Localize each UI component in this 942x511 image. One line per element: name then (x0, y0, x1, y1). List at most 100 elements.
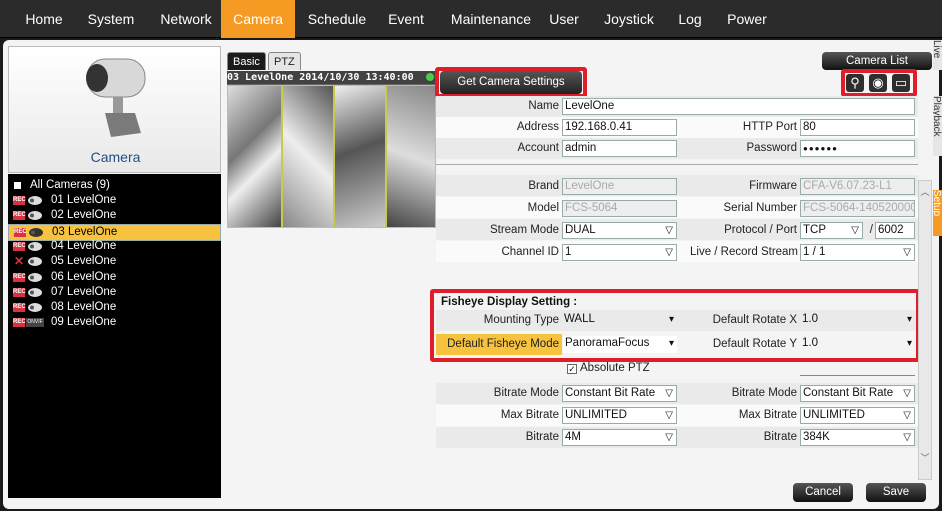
stream-mode-select[interactable]: DUAL ▽ (562, 222, 677, 239)
camera-icon (26, 210, 44, 221)
camera-tree-item[interactable]: REC 07 LevelOne (8, 285, 221, 300)
cancel-button[interactable]: Cancel (793, 483, 853, 502)
camera-tree-label: 09 LevelOne (51, 316, 117, 329)
top-navigation: Home System Network Camera Schedule Even… (0, 0, 942, 38)
absolute-ptz-checkbox[interactable]: ✓ (567, 364, 577, 374)
brand-label: Brand (528, 180, 559, 192)
camera-icon (26, 195, 44, 206)
http-port-label: HTTP Port (742, 121, 797, 133)
nav-power[interactable]: Power (718, 0, 776, 38)
security-camera-icon (86, 58, 146, 137)
camera-tree-label: 06 LevelOne (51, 270, 117, 283)
rec-badge-icon: REC (13, 196, 26, 205)
nav-user[interactable]: User (541, 0, 587, 38)
recording-indicator-icon (426, 73, 434, 81)
tree-root-all-cameras[interactable]: All Cameras (9) (8, 178, 221, 193)
bitrate-label-2: Bitrate (763, 431, 797, 443)
nav-camera[interactable]: Camera (221, 0, 295, 38)
form-scrollbar[interactable]: ︿ ﹀ (918, 180, 932, 480)
stream-mode-label: Stream Mode (489, 224, 559, 236)
rec-badge-icon: REC (13, 318, 26, 328)
camera-icon (26, 302, 44, 313)
bitrate-label: Bitrate (525, 431, 559, 443)
nav-schedule[interactable]: Schedule (302, 0, 372, 38)
chevron-down-icon: ▽ (903, 388, 911, 399)
camera-tree-label: 01 LevelOne (51, 194, 117, 206)
name-field[interactable]: LevelOne (562, 98, 915, 115)
nav-event[interactable]: Event (378, 0, 434, 38)
chevron-down-icon: ▽ (851, 225, 859, 236)
chevron-down-icon: ▽ (665, 388, 673, 399)
address-field[interactable]: 192.168.0.41 (562, 119, 677, 136)
bitrate-mode-label: Bitrate Mode (493, 387, 559, 399)
chevron-down-icon: ▽ (665, 225, 673, 236)
tab-basic[interactable]: Basic (227, 52, 266, 70)
name-label: Name (528, 100, 559, 112)
max-bitrate-label-2: Max Bitrate (738, 409, 797, 421)
camera-tree-item[interactable]: REC 02 LevelOne (8, 208, 221, 223)
bitrate-mode-select-2[interactable]: Constant Bit Rate ▽ (800, 385, 915, 402)
nav-home[interactable]: Home (14, 0, 74, 38)
max-bitrate-select-2[interactable]: UNLIMITED ▽ (800, 407, 915, 424)
chevron-down-icon: ▽ (665, 432, 673, 443)
rec-badge-icon: REC (13, 272, 26, 282)
bitrate-select-1[interactable]: 4M ▽ (562, 429, 677, 446)
camera-tree-item[interactable]: REC 04 LevelOne (8, 239, 221, 254)
serial-number-label: Serial Number (723, 202, 798, 214)
camera-tree-item[interactable]: ✕ 05 LevelOne (8, 254, 221, 269)
model-label: Model (527, 202, 559, 214)
tab-ptz[interactable]: PTZ (268, 52, 301, 70)
camera-tree-label: 02 LevelOne (51, 209, 117, 222)
nav-joystick[interactable]: Joystick (595, 0, 663, 38)
camera-header-panel: Camera (8, 46, 221, 173)
protocol-port-field[interactable]: 6002 (875, 222, 915, 239)
bitrate-mode-label-2: Bitrate Mode (731, 387, 797, 399)
password-field[interactable]: ●●●●●● (800, 140, 915, 157)
scroll-up-icon[interactable]: ︿ (919, 185, 931, 199)
camera-icon (26, 256, 44, 267)
nav-system[interactable]: System (80, 0, 142, 38)
chevron-down-icon: ▽ (665, 247, 673, 258)
app-window: Home System Network Camera Schedule Even… (0, 0, 942, 511)
brand-field: LevelOne (562, 178, 677, 195)
scroll-down-icon[interactable]: ﹀ (919, 451, 931, 465)
collapse-icon[interactable] (14, 182, 21, 189)
camera-tree: All Cameras (9) REC 01 LevelOne REC 02 Leve… (8, 174, 221, 498)
account-field[interactable]: admin (562, 140, 677, 157)
nav-network[interactable]: Network (150, 0, 222, 38)
serial-number-field: FCS-5064-1405200001 (800, 200, 915, 217)
preview-view-1 (227, 85, 282, 228)
live-record-stream-select[interactable]: 1 / 1 ▽ (800, 244, 915, 261)
camera-icon (26, 272, 44, 283)
bitrate-mode-select-1[interactable]: Constant Bit Rate ▽ (562, 385, 677, 402)
http-port-field[interactable]: 80 (800, 119, 915, 136)
camera-tree-item[interactable]: REC 08 LevelOne (8, 300, 221, 315)
camera-tree-item[interactable]: REC ONVIF 09 LevelOne (8, 315, 221, 330)
side-tab-live[interactable]: Live (933, 40, 942, 70)
camera-icon: ONVIF (26, 318, 44, 328)
preview-view-2 (282, 85, 334, 228)
preview-view-4 (386, 85, 436, 228)
protocol-select[interactable]: TCP ▽ (800, 222, 863, 239)
rec-badge-icon: REC (13, 303, 26, 313)
rec-badge-icon: REC (13, 211, 26, 221)
camera-list-button[interactable]: Camera List (822, 52, 932, 70)
port-separator: / (869, 224, 873, 236)
side-tab-playback[interactable]: Playback (933, 96, 942, 156)
live-record-stream-label: Live / Record Stream (690, 246, 799, 258)
save-button[interactable]: Save (866, 483, 926, 502)
nav-log[interactable]: Log (672, 0, 708, 38)
nav-maintenance[interactable]: Maintenance (443, 0, 539, 38)
camera-icon (26, 287, 44, 298)
channel-id-select[interactable]: 1 ▽ (562, 244, 677, 261)
side-tab-setup[interactable]: Setup (933, 190, 942, 236)
chevron-down-icon: ▽ (903, 247, 911, 258)
highlight-get-settings (435, 67, 587, 98)
bitrate-select-2[interactable]: 384K ▽ (800, 429, 915, 446)
camera-tree-item[interactable]: REC 01 LevelOne (8, 193, 221, 208)
model-field: FCS-5064 (562, 200, 677, 217)
camera-tree-item[interactable]: REC 06 LevelOne (8, 270, 221, 285)
error-icon: ✕ (14, 254, 25, 269)
max-bitrate-select-1[interactable]: UNLIMITED ▽ (562, 407, 677, 424)
address-label: Address (516, 121, 559, 133)
